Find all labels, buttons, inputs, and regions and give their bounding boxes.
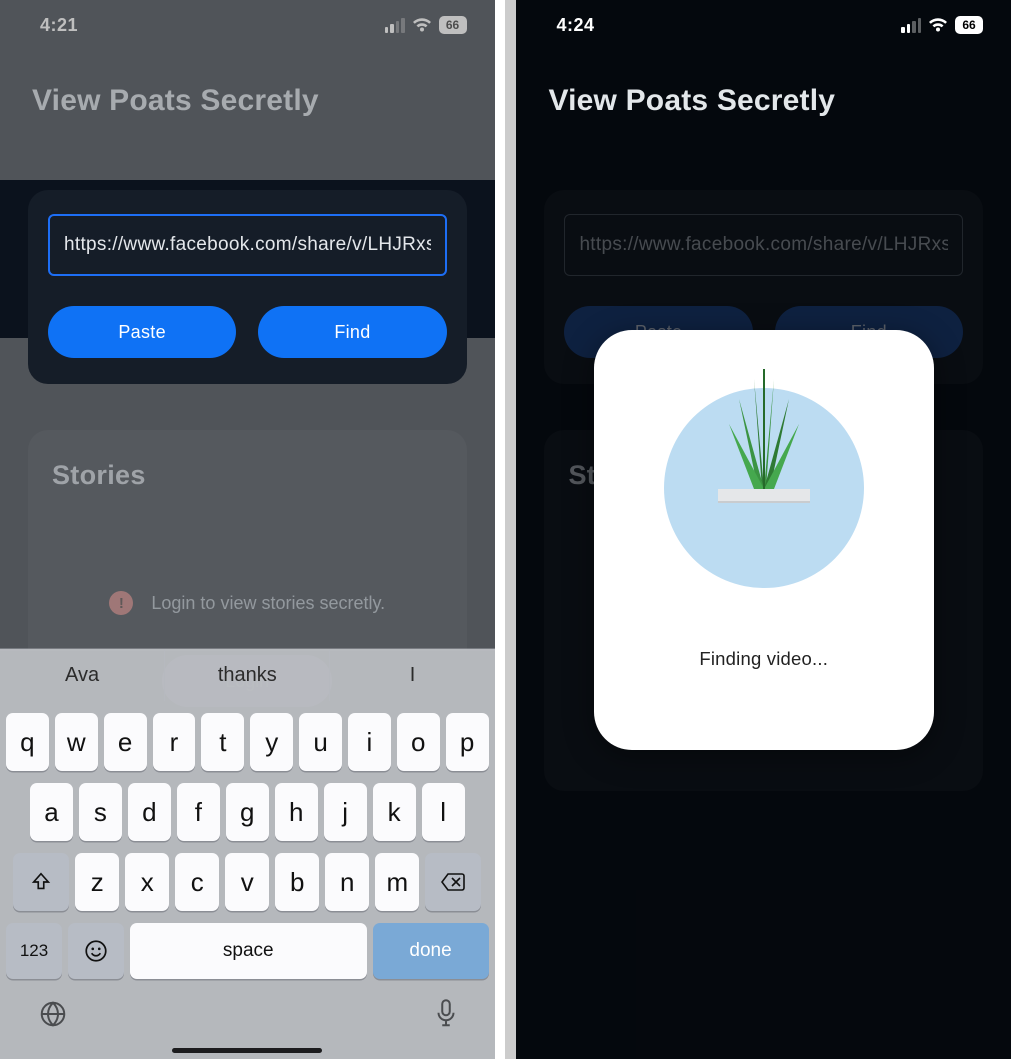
cellular-icon bbox=[901, 18, 921, 33]
keyboard-row-1: q w e r t y u i o p bbox=[0, 713, 495, 771]
key-o[interactable]: o bbox=[397, 713, 440, 771]
keyboard-sys-row bbox=[0, 979, 495, 1037]
key-e[interactable]: e bbox=[104, 713, 147, 771]
finding-video-modal: Finding video... bbox=[594, 330, 934, 750]
keyboard-row-2: a s d f g h j k l bbox=[0, 783, 495, 841]
status-bar: 4:24 66 bbox=[516, 0, 1011, 50]
mic-icon[interactable] bbox=[435, 999, 457, 1037]
status-icons: 66 bbox=[385, 16, 467, 34]
left-screenshot: 4:21 66 View Poats Secretly Paste Find S… bbox=[0, 0, 495, 1059]
battery-icon: 66 bbox=[439, 16, 467, 34]
key-b[interactable]: b bbox=[275, 853, 319, 911]
key-l[interactable]: l bbox=[422, 783, 465, 841]
globe-icon[interactable] bbox=[38, 999, 68, 1037]
key-v[interactable]: v bbox=[225, 853, 269, 911]
grass-icon bbox=[724, 369, 804, 489]
key-y[interactable]: y bbox=[250, 713, 293, 771]
modal-status-text: Finding video... bbox=[699, 648, 828, 670]
key-f[interactable]: f bbox=[177, 783, 220, 841]
keyboard-row-3: z x c v b n m bbox=[0, 853, 495, 911]
prediction-1[interactable]: Ava bbox=[0, 649, 164, 701]
key-a[interactable]: a bbox=[30, 783, 73, 841]
page-title: View Poats Secretly bbox=[548, 84, 1011, 118]
screenshot-divider bbox=[495, 0, 506, 1059]
status-time: 4:21 bbox=[40, 15, 78, 36]
key-k[interactable]: k bbox=[373, 783, 416, 841]
key-w[interactable]: w bbox=[55, 713, 98, 771]
find-button[interactable]: Find bbox=[258, 306, 446, 358]
url-input[interactable] bbox=[564, 214, 963, 276]
key-p[interactable]: p bbox=[446, 713, 489, 771]
numbers-key[interactable]: 123 bbox=[6, 923, 62, 979]
key-d[interactable]: d bbox=[128, 783, 171, 841]
key-m[interactable]: m bbox=[375, 853, 419, 911]
key-x[interactable]: x bbox=[125, 853, 169, 911]
plant-illustration bbox=[664, 388, 864, 588]
cellular-icon bbox=[385, 18, 405, 33]
wifi-icon bbox=[928, 18, 948, 33]
url-input[interactable] bbox=[48, 214, 447, 276]
status-time: 4:24 bbox=[556, 15, 594, 36]
url-panel: Paste Find bbox=[28, 190, 467, 384]
key-s[interactable]: s bbox=[79, 783, 122, 841]
emoji-key[interactable] bbox=[68, 923, 124, 979]
key-q[interactable]: q bbox=[6, 713, 49, 771]
prediction-row: Ava thanks I bbox=[0, 649, 495, 701]
status-icons: 66 bbox=[901, 16, 983, 34]
home-indicator[interactable] bbox=[172, 1048, 322, 1053]
battery-icon: 66 bbox=[955, 16, 983, 34]
stories-message-text: Login to view stories secretly. bbox=[151, 593, 385, 614]
stories-login-message: ! Login to view stories secretly. bbox=[52, 591, 443, 615]
prediction-3[interactable]: I bbox=[329, 649, 494, 701]
done-key[interactable]: done bbox=[373, 923, 489, 979]
key-i[interactable]: i bbox=[348, 713, 391, 771]
page-title: View Poats Secretly bbox=[32, 84, 495, 118]
key-g[interactable]: g bbox=[226, 783, 269, 841]
key-j[interactable]: j bbox=[324, 783, 367, 841]
planter-icon bbox=[718, 489, 810, 503]
key-r[interactable]: r bbox=[153, 713, 196, 771]
space-key[interactable]: space bbox=[130, 923, 367, 979]
paste-button[interactable]: Paste bbox=[48, 306, 236, 358]
key-t[interactable]: t bbox=[201, 713, 244, 771]
key-c[interactable]: c bbox=[175, 853, 219, 911]
keyboard[interactable]: Ava thanks I q w e r t y u i o p a s d f… bbox=[0, 649, 495, 1059]
stories-heading: Stories bbox=[52, 460, 443, 491]
prediction-2[interactable]: thanks bbox=[164, 649, 329, 701]
key-u[interactable]: u bbox=[299, 713, 342, 771]
shift-key[interactable] bbox=[13, 853, 69, 911]
status-bar: 4:21 66 bbox=[0, 0, 495, 50]
key-z[interactable]: z bbox=[75, 853, 119, 911]
key-h[interactable]: h bbox=[275, 783, 318, 841]
keyboard-row-4: 123 space done bbox=[0, 923, 495, 979]
warning-icon: ! bbox=[109, 591, 133, 615]
right-screenshot: 4:24 66 View Poats Secretly Paste Find S… bbox=[516, 0, 1011, 1059]
backspace-key[interactable] bbox=[425, 853, 481, 911]
wifi-icon bbox=[412, 18, 432, 33]
key-n[interactable]: n bbox=[325, 853, 369, 911]
